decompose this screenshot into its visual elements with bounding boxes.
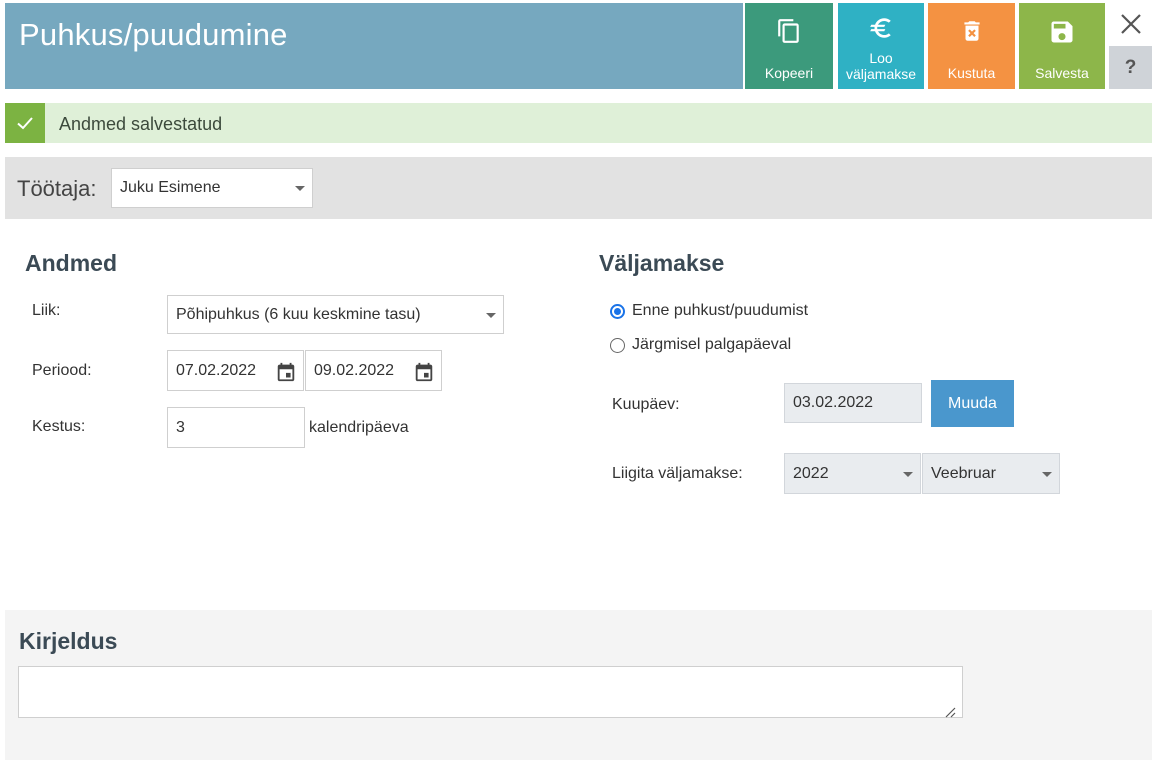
notice-message: Andmed salvestatud	[59, 114, 223, 134]
help-label: ?	[1124, 56, 1137, 78]
delete-label: Kustuta	[947, 65, 996, 81]
radio-before-leave[interactable]: Enne puhkust/puudumist	[610, 302, 808, 320]
copy-icon	[745, 18, 833, 48]
radio-before-label: Enne puhkust/puudumist	[632, 302, 809, 319]
chevron-down-icon	[1042, 471, 1052, 477]
assign-payment-label: Liigita väljamakse:	[612, 465, 743, 482]
description-section: Kirjeldus	[5, 610, 1152, 760]
employee-select[interactable]: Juku Esimene	[111, 168, 313, 208]
payment-date-input: 03.02.2022	[784, 383, 922, 423]
year-select-value: 2022	[793, 464, 829, 482]
change-date-button[interactable]: Muuda	[931, 380, 1014, 427]
page-title: Puhkus/puudumine	[19, 17, 288, 52]
type-select[interactable]: Põhipuhkus (6 kuu keskmine tasu)	[167, 295, 504, 334]
delete-button[interactable]: Kustuta	[928, 3, 1015, 89]
chevron-down-icon	[486, 312, 496, 318]
chevron-down-icon	[903, 471, 913, 477]
floppy-disk-icon	[1019, 18, 1105, 48]
year-select[interactable]: 2022	[784, 453, 921, 494]
create-payment-label: Loo väljamakse	[845, 50, 917, 82]
payment-date-label: Kuupäev:	[612, 396, 680, 413]
checkmark-icon	[5, 103, 45, 143]
change-date-label: Muuda	[948, 394, 997, 412]
period-end-value: 09.02.2022	[314, 361, 395, 379]
description-title: Kirjeldus	[19, 628, 118, 654]
period-end-input[interactable]: 09.02.2022	[305, 350, 442, 391]
save-button[interactable]: Salvesta	[1019, 3, 1105, 89]
radio-next-label: Järgmisel palgapäeval	[632, 336, 792, 353]
close-icon	[1121, 14, 1141, 34]
duration-unit: kalendripäeva	[309, 419, 409, 436]
radio-next-payday[interactable]: Järgmisel palgapäeval	[610, 336, 791, 354]
description-textarea[interactable]	[18, 666, 963, 718]
radio-unselected[interactable]	[610, 337, 625, 353]
copy-label: Kopeeri	[764, 65, 814, 81]
duration-label: Kestus:	[32, 418, 86, 435]
close-button[interactable]	[1113, 6, 1149, 42]
save-label: Salvesta	[1035, 65, 1089, 81]
help-button[interactable]: ?	[1109, 46, 1152, 89]
period-label: Periood:	[32, 362, 92, 379]
calendar-icon[interactable]	[275, 361, 297, 383]
payment-date-value: 03.02.2022	[793, 394, 874, 411]
page-header: Puhkus/puudumine	[5, 3, 743, 89]
copy-button[interactable]: Kopeeri	[745, 3, 833, 89]
andmed-title: Andmed	[25, 250, 117, 276]
chevron-down-icon	[295, 186, 305, 191]
type-select-value: Põhipuhkus (6 kuu keskmine tasu)	[176, 305, 421, 323]
create-payment-button[interactable]: Loo väljamakse	[838, 3, 924, 89]
success-notice: Andmed salvestatud	[5, 103, 1152, 143]
euro-icon	[838, 15, 924, 45]
duration-value: 3	[176, 418, 185, 436]
valjamakse-title: Väljamakse	[599, 250, 725, 276]
type-label: Liik:	[32, 302, 61, 319]
radio-selected[interactable]	[610, 303, 625, 319]
trash-icon	[928, 18, 1015, 48]
duration-input[interactable]: 3	[167, 407, 305, 448]
employee-label: Töötaja:	[17, 176, 97, 201]
month-select-value: Veebruar	[931, 464, 996, 482]
period-start-input[interactable]: 07.02.2022	[167, 350, 304, 391]
employee-select-value: Juku Esimene	[120, 179, 221, 196]
month-select[interactable]: Veebruar	[922, 453, 1060, 494]
period-start-value: 07.02.2022	[176, 361, 257, 379]
calendar-icon[interactable]	[413, 361, 435, 383]
